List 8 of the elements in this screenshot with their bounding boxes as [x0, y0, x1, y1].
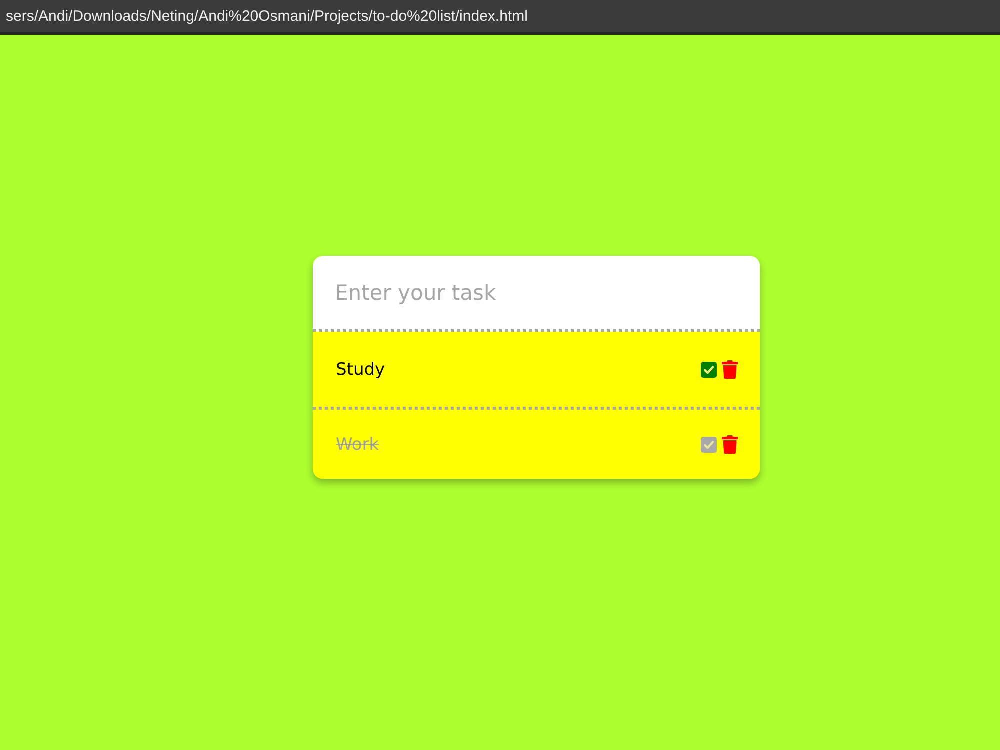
url-text[interactable]: sers/Andi/Downloads/Neting/Andi%20Osmani/Projects/to-do%20list/index.html [6, 8, 528, 24]
trash-icon[interactable] [722, 360, 738, 379]
task-text: Study [336, 360, 386, 380]
checkbox-icon[interactable] [701, 362, 717, 378]
task-text: Work [336, 434, 380, 454]
task-input[interactable]: Enter your task [313, 256, 760, 332]
checkbox-icon[interactable] [701, 436, 717, 452]
trash-icon[interactable] [722, 435, 738, 454]
